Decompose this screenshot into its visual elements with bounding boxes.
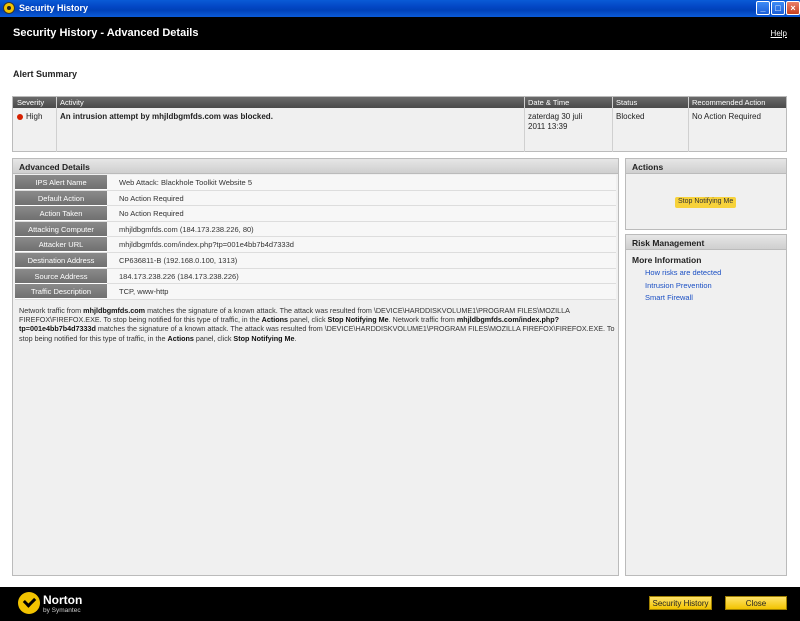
detail-row: Traffic Description TCP, www-http — [15, 284, 616, 300]
severity-dot-icon — [17, 114, 23, 120]
status-cell: Blocked — [616, 112, 645, 121]
page-title: Security History - Advanced Details — [13, 27, 199, 39]
detail-row: Attacking Computer mhjldbgmfds.com (184.1… — [15, 221, 616, 238]
desc-text: matches the signature of a known attack.… — [19, 324, 615, 343]
detail-value: No Action Required — [119, 209, 184, 219]
risk-management-panel: Risk Management More Information How ris… — [625, 234, 787, 576]
detail-row: Action Taken No Action Required — [15, 206, 616, 222]
detail-label: Source Address — [15, 268, 107, 284]
window-title-bar: Security History _ □ × — [0, 0, 800, 17]
stop-notifying-button[interactable]: Stop Notifying Me — [675, 197, 737, 208]
security-history-button[interactable]: Security History — [649, 596, 712, 610]
actions-title: Actions — [626, 159, 786, 174]
desc-text: . Network traffic from — [388, 315, 457, 325]
detail-value: No Action Required — [119, 193, 184, 203]
recommended-action-cell: No Action Required — [692, 112, 761, 121]
link-intrusion-prevention[interactable]: Intrusion Prevention — [645, 281, 712, 290]
desc-text: . — [294, 333, 297, 343]
risk-management-title: Risk Management — [626, 235, 786, 250]
desc-bold: Actions — [261, 315, 288, 325]
actions-panel: Actions Stop Notifying Me — [625, 158, 787, 230]
detail-label: Action Taken — [15, 206, 107, 222]
advanced-details-title: Advanced Details — [13, 159, 618, 174]
detail-value: mhjldbgmfds.com/index.php?tp=001e4bb7b4d… — [119, 240, 294, 250]
date-line-2: 2011 13:39 — [528, 122, 568, 131]
details-table: IPS Alert Name Web Attack: Blackhole Tool… — [15, 175, 616, 300]
column-divider — [688, 97, 689, 152]
desc-text: panel, click — [193, 333, 234, 343]
link-smart-firewall[interactable]: Smart Firewall — [645, 293, 693, 302]
traffic-description-text: Network traffic from mhjldbgmfds.com mat… — [19, 306, 615, 343]
minimize-button[interactable]: _ — [756, 1, 770, 15]
date-line-1: zaterdag 30 juli — [528, 112, 583, 121]
footer-bar: Norton by Symantec Security History Clos… — [0, 587, 800, 621]
brand-name: Norton — [43, 593, 83, 607]
window-title: Security History — [19, 3, 89, 13]
detail-value: CP636811-B (192.168.0.100, 1313) — [119, 255, 238, 265]
detail-row: Default Action No Action Required — [15, 190, 616, 207]
column-header-date: Date & Time — [528, 98, 570, 107]
detail-value: 184.173.238.226 (184.173.238.226) — [119, 271, 239, 281]
detail-label: Destination Address — [15, 252, 107, 268]
close-window-button[interactable]: × — [786, 1, 800, 15]
desc-text: Network traffic from — [19, 306, 84, 315]
column-header-status: Status — [616, 98, 638, 107]
norton-app-icon — [3, 2, 15, 14]
desc-text: panel, click — [287, 315, 328, 325]
date-cell: zaterdag 30 juli 2011 13:39 — [528, 112, 582, 132]
help-link[interactable]: Help — [771, 29, 787, 38]
detail-row: Source Address 184.173.238.226 (184.173.2… — [15, 268, 616, 285]
column-header-severity: Severity — [17, 98, 45, 107]
activity-cell: An intrusion attempt by mhjldbgmfds.com … — [60, 112, 273, 121]
desc-bold: mhjldbgmfds.com — [83, 306, 146, 315]
severity-cell: High — [17, 112, 42, 121]
column-header-activity: Activity — [60, 98, 84, 107]
severity-value: High — [26, 112, 43, 121]
detail-row: Attacker URL mhjldbgmfds.com/index.php?tp… — [15, 237, 616, 253]
page-header: Security History - Advanced Details Help — [0, 17, 800, 50]
detail-label: Default Action — [15, 190, 107, 206]
alert-summary-title: Alert Summary — [13, 69, 78, 79]
column-divider — [612, 97, 613, 152]
desc-bold: Actions — [167, 333, 194, 343]
column-divider — [524, 97, 525, 152]
detail-value: TCP, www-http — [119, 287, 169, 297]
detail-label: Attacker URL — [15, 237, 107, 253]
detail-row: IPS Alert Name Web Attack: Blackhole Tool… — [15, 175, 616, 191]
detail-label: IPS Alert Name — [15, 175, 107, 190]
desc-bold: Stop Notifying Me — [327, 315, 389, 325]
alert-summary-table: Severity Activity Date & Time Status Rec… — [12, 96, 787, 152]
alert-table-header: Severity Activity Date & Time Status Rec… — [13, 97, 786, 108]
detail-value: mhjldbgmfds.com (184.173.238.226, 80) — [119, 224, 254, 234]
main-content: Alert Summary Severity Activity Date & T… — [0, 50, 800, 587]
detail-row: Destination Address CP636811-B (192.168.0… — [15, 252, 616, 269]
desc-bold: Stop Notifying Me — [233, 333, 295, 343]
detail-label: Attacking Computer — [15, 221, 107, 237]
maximize-button[interactable]: □ — [771, 1, 785, 15]
column-divider — [56, 97, 57, 152]
close-button[interactable]: Close — [725, 596, 787, 610]
advanced-details-panel: Advanced Details IPS Alert Name Web Attac… — [12, 158, 619, 576]
column-header-recommended-action: Recommended Action — [692, 98, 766, 107]
link-how-risks-detected[interactable]: How risks are detected — [645, 268, 721, 277]
norton-check-logo-icon — [18, 592, 40, 614]
table-row[interactable]: High An intrusion attempt by mhjldbgmfds… — [13, 108, 786, 151]
brand-subtitle: by Symantec — [43, 607, 81, 614]
detail-value: Web Attack: Blackhole Toolkit Website 5 — [119, 178, 252, 187]
more-information-heading: More Information — [632, 255, 702, 265]
detail-label: Traffic Description — [15, 284, 107, 300]
